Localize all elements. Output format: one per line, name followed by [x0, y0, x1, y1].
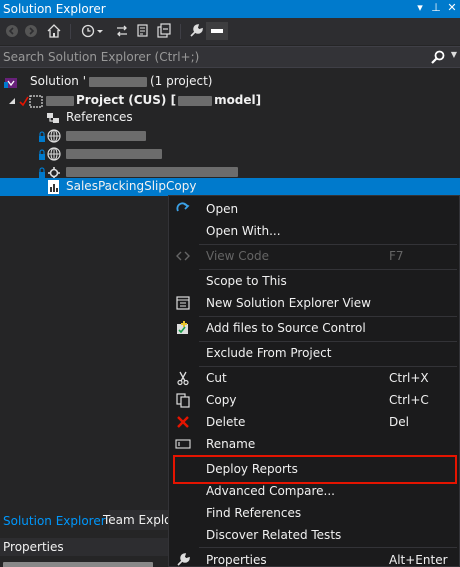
copy-icon	[175, 392, 191, 408]
menu-item-label: Advanced Compare...	[206, 484, 335, 498]
menu-item-label: Add files to Source Control	[206, 321, 366, 335]
back-icon[interactable]	[3, 22, 21, 40]
menu-item-exclude-from-project[interactable]: Exclude From Project	[169, 342, 459, 364]
cut-icon	[175, 370, 191, 386]
window-menu-dropdown-icon[interactable]: ▾	[413, 1, 427, 17]
menu-item-label: Find References	[206, 506, 302, 520]
collapse-all-icon[interactable]	[155, 22, 173, 40]
redacted-text	[46, 95, 74, 106]
menu-item-add-to-source-control[interactable]: Add files to Source Control	[169, 317, 459, 339]
history-dropdown-icon[interactable]	[95, 22, 105, 40]
properties-panel-title: Properties	[0, 538, 168, 556]
expand-arrow-icon[interactable]	[7, 93, 17, 109]
tab-solution-explorer[interactable]: Solution Explorer	[0, 510, 109, 530]
home-icon[interactable]	[45, 22, 63, 40]
menu-item-label: Discover Related Tests	[206, 528, 342, 542]
new-view-icon	[175, 295, 191, 311]
properties-icon	[175, 552, 191, 567]
tree-item-solution[interactable]: Solution ' (1 project)	[0, 72, 460, 91]
project-icon	[28, 93, 44, 109]
source-control-add-icon	[175, 320, 191, 336]
references-label: References	[66, 110, 133, 124]
tool-window-title: Solution Explorer	[3, 2, 106, 16]
toolbar-separator	[180, 24, 181, 39]
redacted-text	[3, 562, 153, 567]
menu-item-new-solution-explorer-view[interactable]: New Solution Explorer View	[169, 292, 459, 314]
solution-label: Solution '	[30, 74, 86, 88]
sync-icon[interactable]	[113, 22, 131, 40]
context-menu: Open Open With... View Code F7 Scope to …	[168, 195, 460, 567]
redacted-text	[66, 130, 146, 141]
menu-item-properties[interactable]: Properties Alt+Enter	[169, 549, 459, 567]
report-icon	[46, 179, 62, 195]
tool-window-titlebar: Solution Explorer ▾ ⊥ ✕	[0, 0, 460, 18]
menu-item-label: Properties	[206, 553, 267, 567]
menu-item-label: Open With...	[206, 224, 281, 238]
redacted-text	[89, 76, 147, 87]
open-icon	[175, 201, 191, 217]
menu-item-label: View Code	[206, 249, 270, 263]
solution-icon	[3, 74, 19, 90]
menu-item-label: Copy	[206, 393, 237, 407]
menu-item-copy[interactable]: Copy Ctrl+C	[169, 389, 459, 411]
search-options-dropdown-icon[interactable]: ▼	[451, 50, 457, 59]
preview-icon[interactable]	[206, 22, 228, 40]
menu-item-view-code[interactable]: View Code F7	[169, 245, 459, 267]
bottom-tab-strip: Solution Explorer Team Explore	[0, 510, 184, 530]
lock-icon	[38, 128, 46, 144]
search-input[interactable]	[0, 47, 430, 67]
references-icon	[45, 110, 61, 126]
menu-item-shortcut: Alt+Enter	[389, 553, 448, 567]
menu-item-label: Delete	[206, 415, 246, 429]
tree-item-references[interactable]: References	[0, 108, 460, 127]
rename-icon	[175, 436, 191, 452]
selected-item-label: SalesPackingSlipCopy	[66, 179, 197, 193]
view-code-icon	[175, 248, 191, 264]
menu-separator	[199, 547, 457, 548]
redacted-text	[66, 148, 162, 159]
menu-item-open[interactable]: Open	[169, 198, 459, 220]
menu-item-rename[interactable]: Rename	[169, 433, 459, 455]
menu-item-shortcut: Ctrl+C	[389, 393, 429, 407]
close-icon[interactable]: ✕	[445, 1, 459, 17]
menu-item-open-with[interactable]: Open With...	[169, 220, 459, 242]
solution-explorer-toolbar	[0, 18, 460, 45]
project-model-suffix: model]	[214, 93, 262, 107]
properties-object-name	[0, 558, 168, 567]
menu-item-shortcut: Ctrl+X	[389, 371, 429, 385]
pin-icon[interactable]: ⊥	[429, 1, 443, 17]
menu-item-find-references[interactable]: Find References	[169, 502, 459, 524]
delete-icon	[175, 414, 191, 430]
menu-item-cut[interactable]: Cut Ctrl+X	[169, 367, 459, 389]
menu-item-discover-related-tests[interactable]: Discover Related Tests	[169, 524, 459, 546]
globe-icon	[46, 146, 62, 162]
tree-item-redacted-1[interactable]	[0, 126, 460, 145]
pending-changes-icon[interactable]	[134, 22, 152, 40]
search-icon[interactable]	[430, 49, 446, 65]
toolbar-separator	[70, 24, 71, 39]
project-label: Project (CUS) [	[76, 93, 177, 107]
solution-project-count: (1 project)	[150, 74, 213, 88]
menu-item-label: Cut	[206, 371, 227, 385]
menu-item-shortcut: F7	[389, 249, 404, 263]
globe-icon	[46, 128, 62, 144]
menu-item-advanced-compare[interactable]: Advanced Compare...	[169, 480, 459, 502]
search-box: ▼	[0, 46, 460, 68]
redacted-text	[178, 95, 213, 106]
redacted-text	[66, 166, 238, 177]
menu-item-shortcut: Del	[389, 415, 409, 429]
menu-item-scope-to-this[interactable]: Scope to This	[169, 270, 459, 292]
menu-item-label: Open	[206, 202, 239, 216]
properties-wrench-icon[interactable]	[187, 22, 205, 40]
tree-item-selected-report[interactable]: SalesPackingSlipCopy	[0, 178, 460, 196]
menu-item-label: Exclude From Project	[206, 346, 332, 360]
menu-item-label: Scope to This	[206, 274, 287, 288]
lock-icon	[38, 146, 46, 162]
menu-item-label: New Solution Explorer View	[206, 296, 371, 310]
forward-icon[interactable]	[22, 22, 40, 40]
menu-item-label: Rename	[206, 437, 256, 451]
menu-item-delete[interactable]: Delete Del	[169, 411, 459, 433]
tree-item-redacted-2[interactable]	[0, 144, 460, 163]
